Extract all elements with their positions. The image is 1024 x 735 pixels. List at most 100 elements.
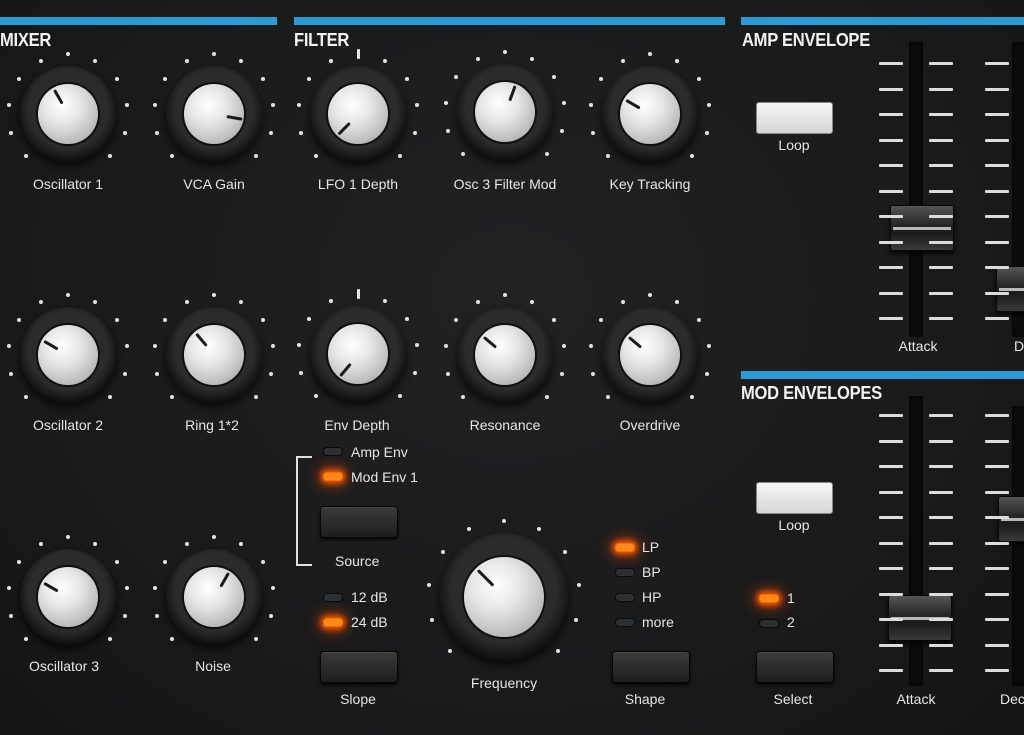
overdrive-knob[interactable]	[602, 307, 698, 403]
shape-bp-option: BP	[642, 564, 661, 580]
knob-scale-dot	[239, 58, 244, 63]
knob-scale-dot	[560, 371, 565, 376]
mod-loop-label: Loop	[778, 517, 810, 533]
oscillator1-knob[interactable]	[20, 66, 116, 162]
knob-scale-dot	[443, 343, 448, 348]
knob-scale-dot	[66, 52, 70, 56]
knob-scale-dot	[169, 395, 174, 400]
knob-cap	[475, 325, 535, 385]
amp-attack-fader[interactable]	[890, 205, 954, 251]
knob-scale-dot	[114, 559, 119, 564]
knob-scale-dot	[298, 130, 303, 135]
amp-decay-fader[interactable]	[996, 266, 1024, 312]
shape-button[interactable]	[612, 651, 690, 683]
env-depth-knob[interactable]	[310, 306, 406, 402]
oscillator2-knob[interactable]	[20, 307, 116, 403]
knob-scale-dot	[563, 550, 568, 555]
knob-scale-dot	[239, 541, 244, 546]
knob-scale-dot	[690, 154, 695, 159]
knob-scale-dot	[269, 130, 274, 135]
source-label: Source	[335, 553, 380, 569]
lfo1-depth-knob[interactable]	[310, 66, 406, 162]
knob-scale-dot	[383, 298, 388, 303]
osc3-filter-mod-knob[interactable]	[457, 64, 553, 160]
filter-title: FILTER	[294, 30, 350, 50]
mixer-section-bar	[0, 17, 277, 25]
knob-scale-dot	[125, 343, 130, 348]
knob-scale-dot	[577, 583, 582, 588]
knob-scale-dot	[440, 550, 445, 555]
noise-knob[interactable]	[166, 549, 262, 645]
knob-scale-dot	[123, 130, 128, 135]
knob-scale-dot	[17, 317, 22, 322]
fader-scale-mark	[985, 516, 1009, 519]
knob-scale-dot	[588, 102, 593, 107]
vca-gain-knob[interactable]	[166, 66, 262, 162]
mod-decay-fader[interactable]	[998, 496, 1024, 542]
fader-scale-mark	[929, 439, 953, 443]
shape-lp-option: LP	[642, 539, 660, 555]
mod-env1-option: Mod Env 1	[351, 469, 418, 485]
fader-scale-mark	[879, 317, 903, 320]
knob-scale-dot	[705, 371, 710, 376]
select-button[interactable]	[756, 651, 834, 683]
fader-scale-mark	[929, 164, 953, 167]
knob-scale-dot	[404, 76, 409, 81]
fader-scale-mark	[985, 439, 1009, 443]
knob-scale-dot	[66, 293, 70, 297]
knob-scale-dot	[114, 76, 119, 81]
knob-scale-dot	[562, 343, 567, 348]
knob-scale-dot	[398, 154, 403, 159]
overdrive-label: Overdrive	[619, 417, 681, 433]
knob-scale-dot	[169, 637, 174, 642]
slope-12db-led	[323, 593, 343, 602]
ring-knob[interactable]	[166, 307, 262, 403]
mod-attack-track	[909, 396, 923, 686]
knob-scale-dot	[163, 76, 168, 81]
fader-scale-mark	[985, 618, 1009, 621]
knob-scale-dot	[212, 535, 216, 539]
knob-scale-dot	[460, 395, 465, 400]
mod-loop-button[interactable]	[756, 482, 833, 514]
knob-scale-dot	[605, 154, 610, 159]
slope-button[interactable]	[320, 651, 398, 683]
knob-cap	[475, 82, 535, 142]
knob-scale-dot	[648, 52, 652, 56]
knob-scale-dot	[169, 154, 174, 159]
knob-scale-dot	[605, 395, 610, 400]
amp-env-led	[323, 447, 343, 456]
fader-scale-mark	[879, 567, 903, 570]
fader-scale-mark	[879, 541, 903, 545]
shape-label: Shape	[624, 691, 666, 707]
fader-scale-mark	[929, 113, 953, 116]
knob-cap	[38, 567, 98, 627]
fader-scale-mark	[879, 291, 903, 295]
knob-scale-dot	[254, 154, 259, 159]
amp-loop-button[interactable]	[756, 102, 833, 134]
knob-scale-dot	[23, 395, 28, 400]
frequency-knob[interactable]	[440, 533, 568, 661]
source-button[interactable]	[320, 506, 398, 538]
knob-scale-dot	[108, 395, 113, 400]
knob-scale-dot	[413, 130, 418, 135]
fader-scale-mark	[985, 189, 1009, 193]
fader-scale-mark	[879, 439, 903, 443]
amp-loop-label: Loop	[778, 137, 810, 153]
knob-scale-dot	[125, 585, 130, 590]
knob-scale-dot	[536, 527, 541, 532]
mod-decay-label: Dec	[1000, 691, 1024, 707]
knob-scale-dot	[426, 583, 431, 588]
resonance-knob[interactable]	[457, 307, 553, 403]
oscillator3-knob[interactable]	[20, 549, 116, 645]
knob-cap	[38, 84, 98, 144]
knob-scale-dot	[212, 293, 216, 297]
mod-envelopes-section-bar	[741, 371, 1024, 379]
amp-env-option: Amp Env	[351, 444, 408, 460]
fader-scale-mark	[879, 62, 903, 65]
knob-scale-dot	[467, 527, 472, 532]
oscillator2-label: Oscillator 2	[32, 417, 104, 433]
key-tracking-knob[interactable]	[602, 66, 698, 162]
knob-scale-dot	[502, 519, 506, 523]
knob-scale-dot	[313, 154, 318, 159]
select-1-led	[759, 594, 779, 603]
